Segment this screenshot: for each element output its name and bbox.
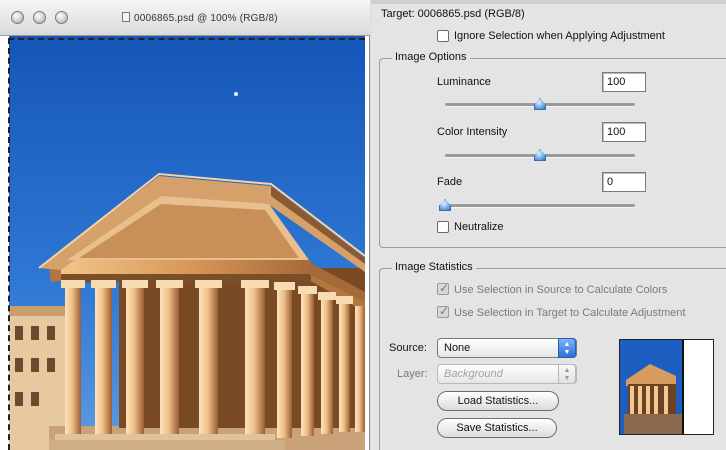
use-target-selection-checkbox[interactable] — [437, 304, 449, 318]
color-intensity-field[interactable]: 100 — [602, 122, 646, 142]
image-statistics-title: Image Statistics — [392, 261, 476, 273]
luminance-slider[interactable] — [445, 98, 635, 110]
fade-slider[interactable] — [439, 199, 635, 211]
use-target-selection-label[interactable]: Use Selection in Target to Calculate Adj… — [454, 307, 686, 319]
image-options-group — [379, 58, 726, 248]
destination-target-label: Target: 0006865.psd (RGB/8) — [381, 8, 525, 20]
luminance-label: Luminance — [437, 76, 491, 88]
match-color-dialog: Target: 0006865.psd (RGB/8) Ignore Selec… — [371, 0, 726, 450]
neutralize-label[interactable]: Neutralize — [454, 221, 504, 233]
document-window: 0006865.psd @ 100% (RGB/8) — [0, 0, 370, 450]
source-popup-arrows-icon: ▲ ▼ — [558, 338, 576, 358]
ignore-selection-label[interactable]: Ignore Selection when Applying Adjustmen… — [454, 30, 665, 42]
use-source-selection-checkbox[interactable] — [437, 281, 449, 295]
save-statistics-button[interactable]: Save Statistics... — [437, 418, 557, 438]
use-source-selection-label[interactable]: Use Selection in Source to Calculate Col… — [454, 284, 667, 296]
fade-field[interactable]: 0 — [602, 172, 646, 192]
source-popup-value: None — [444, 342, 471, 354]
color-intensity-label: Color Intensity — [437, 126, 508, 138]
luminance-field[interactable]: 100 — [602, 72, 646, 92]
layer-popup-arrows-icon: ▲ ▼ — [558, 364, 576, 384]
document-titlebar: 0006865.psd @ 100% (RGB/8) — [0, 0, 370, 36]
load-statistics-button[interactable]: Load Statistics... — [437, 391, 559, 411]
image-options-title: Image Options — [392, 51, 470, 63]
close-window-button[interactable] — [11, 11, 24, 24]
source-popup[interactable]: None ▲ ▼ — [437, 338, 577, 358]
dialog-top-edge — [371, 0, 726, 4]
source-preview-thumbnail — [619, 339, 714, 435]
document-file-icon — [122, 12, 130, 22]
ignore-selection-checkbox[interactable] — [437, 30, 449, 42]
layer-popup[interactable]: Background ▲ ▼ — [437, 364, 577, 384]
layer-label: Layer: — [397, 368, 428, 380]
document-title-text: 0006865.psd @ 100% (RGB/8) — [134, 13, 278, 24]
minimize-window-button[interactable] — [33, 11, 46, 24]
source-label: Source: — [389, 342, 427, 354]
temple-photo — [9, 36, 365, 450]
color-intensity-slider[interactable] — [445, 149, 635, 161]
image-canvas[interactable] — [9, 36, 365, 450]
preview-thumbnail-image — [620, 340, 713, 434]
zoom-window-button[interactable] — [55, 11, 68, 24]
neutralize-checkbox[interactable] — [437, 221, 449, 233]
layer-popup-value: Background — [444, 368, 503, 380]
document-title: 0006865.psd @ 100% (RGB/8) — [122, 12, 278, 24]
fade-label: Fade — [437, 176, 463, 188]
